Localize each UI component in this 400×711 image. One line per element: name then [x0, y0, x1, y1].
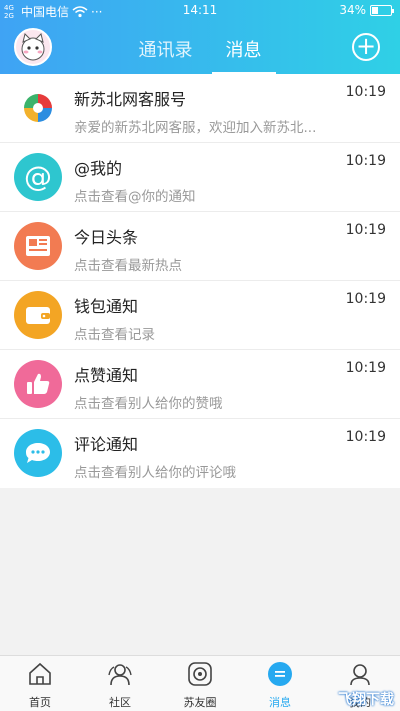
nav-messages[interactable]: 消息 — [240, 656, 320, 711]
message-subtitle: 点击查看别人给你的赞哦 — [74, 396, 223, 412]
message-item-mentions[interactable]: @ @我的 点击查看@你的通知 10:19 — [0, 143, 400, 212]
status-bar: 4G 2G 中国电信 ··· 14:11 34% — [0, 0, 400, 22]
message-subtitle: 点击查看别人给你的评论哦 — [74, 465, 236, 481]
nav-label: 苏友圈 — [183, 696, 217, 709]
message-time: 10:19 — [345, 222, 386, 238]
community-icon — [108, 664, 132, 686]
message-title: @我的 — [74, 159, 123, 178]
message-time: 10:19 — [345, 429, 386, 445]
comment-icon — [14, 429, 62, 477]
battery-percent: 34% — [339, 3, 366, 17]
at-icon: @ — [14, 153, 62, 201]
plus-circle-icon[interactable]: + — [352, 33, 380, 61]
message-item-service[interactable]: 新苏北网客服号 亲爱的新苏北网客服，欢迎加入新苏北... 10:19 — [0, 74, 400, 143]
message-item-likes[interactable]: 点赞通知 点击查看别人给你的赞哦 10:19 — [0, 350, 400, 419]
message-item-wallet[interactable]: 钱包通知 点击查看记录 10:19 — [0, 281, 400, 350]
message-subtitle: 点击查看记录 — [74, 327, 155, 343]
bottom-nav: 首页 社区 苏友圈 消息 我的 飞翔下载 — [0, 655, 400, 711]
message-list: 新苏北网客服号 亲爱的新苏北网客服，欢迎加入新苏北... 10:19 @ @我的… — [0, 74, 400, 488]
logo-icon — [14, 84, 62, 132]
watermark: 飞翔下载 — [338, 692, 394, 708]
tab-messages[interactable]: 消息 — [211, 32, 276, 75]
message-subtitle: 点击查看@你的通知 — [74, 189, 196, 205]
message-title: 评论通知 — [74, 435, 139, 454]
header: 4G 2G 中国电信 ··· 14:11 34% 通讯录 消息 + — [0, 0, 400, 75]
nav-circle[interactable]: 苏友圈 — [160, 656, 240, 711]
nav-community[interactable]: 社区 — [80, 656, 160, 711]
nav-label: 消息 — [269, 696, 291, 709]
message-time: 10:19 — [345, 84, 386, 100]
newspaper-icon — [14, 222, 62, 270]
message-title: 钱包通知 — [74, 297, 139, 316]
tab-contacts[interactable]: 通讯录 — [124, 32, 206, 72]
message-item-comments[interactable]: 评论通知 点击查看别人给你的评论哦 10:19 — [0, 419, 400, 488]
message-subtitle: 亲爱的新苏北网客服，欢迎加入新苏北... — [74, 120, 317, 136]
message-subtitle: 点击查看最新热点 — [74, 258, 182, 274]
circle-icon — [188, 662, 212, 686]
nav-home[interactable]: 首页 — [0, 656, 80, 711]
message-icon — [268, 662, 292, 686]
battery-icon — [370, 4, 394, 16]
wallet-icon — [14, 291, 62, 339]
nav-label: 社区 — [109, 696, 131, 709]
message-time: 10:19 — [345, 360, 386, 376]
home-icon — [29, 662, 51, 685]
header-tabs: 通讯录 消息 — [0, 32, 400, 75]
profile-icon — [350, 664, 370, 686]
thumbs-up-icon — [14, 360, 62, 408]
message-title: 新苏北网客服号 — [74, 90, 187, 109]
message-title: 点赞通知 — [74, 366, 139, 385]
nav-label: 首页 — [29, 696, 51, 709]
message-time: 10:19 — [345, 153, 386, 169]
message-item-headlines[interactable]: 今日头条 点击查看最新热点 10:19 — [0, 212, 400, 281]
message-time: 10:19 — [345, 291, 386, 307]
message-title: 今日头条 — [74, 228, 139, 247]
